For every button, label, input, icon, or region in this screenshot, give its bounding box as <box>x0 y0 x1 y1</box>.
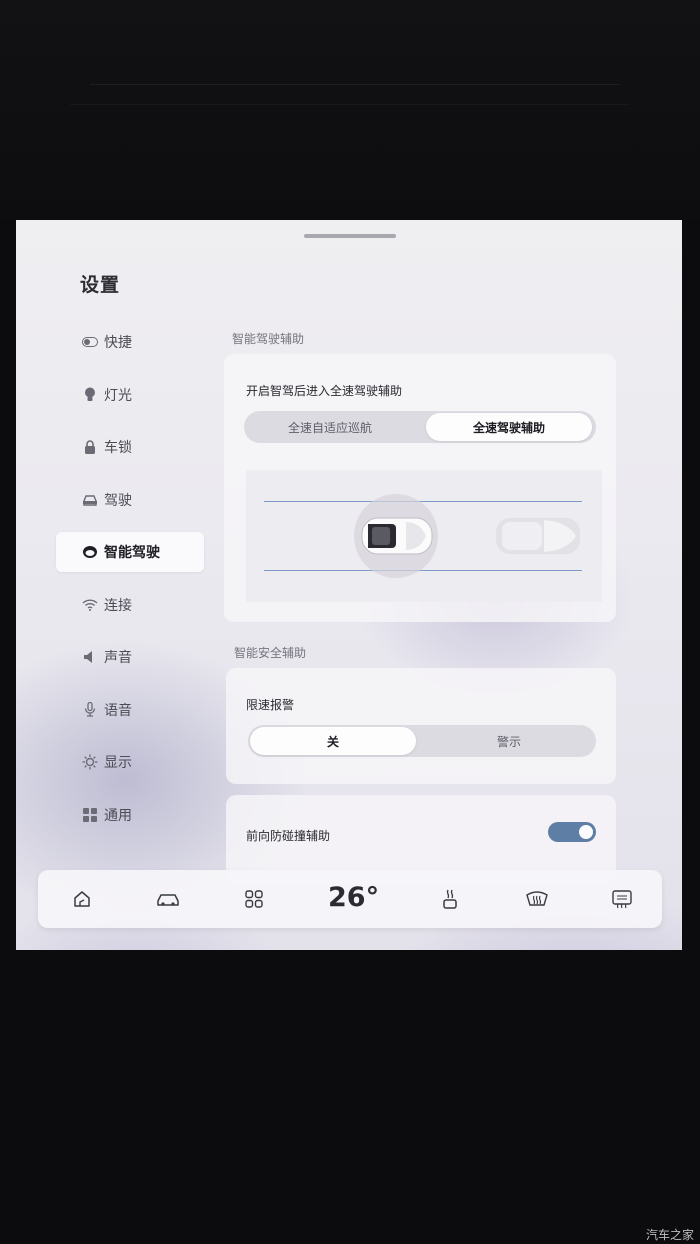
page-title: 设置 <box>80 274 121 296</box>
sidebar-item-shortcuts[interactable]: 快捷 <box>56 322 204 362</box>
sidebar-item-display[interactable]: 显示 <box>56 742 204 782</box>
option-full-speed-assist[interactable]: 全速驾驶辅助 <box>426 413 592 441</box>
toggle-knob <box>579 825 593 839</box>
option-acc[interactable]: 全速自适应巡航 <box>246 413 414 441</box>
watermark: 汽车之家 <box>645 1228 694 1242</box>
home-icon[interactable] <box>70 887 94 911</box>
sidebar-item-driving[interactable]: 驾驶 <box>56 480 204 520</box>
microphone-icon <box>82 702 98 718</box>
grid-icon <box>82 807 98 823</box>
apps-icon[interactable] <box>242 887 266 911</box>
option-warning[interactable]: 警示 <box>424 727 594 755</box>
sidebar-item-label: 车锁 <box>104 440 132 456</box>
car-icon[interactable] <box>156 887 180 911</box>
toggle-icon <box>82 334 98 350</box>
car-icon <box>82 492 98 508</box>
temperature-display[interactable]: 26° <box>328 882 379 913</box>
bezel-edge <box>70 104 630 105</box>
driving-visualization <box>246 470 602 602</box>
speaker-icon <box>82 649 98 665</box>
forward-collision-toggle[interactable] <box>548 822 596 842</box>
option-off[interactable]: 关 <box>250 727 416 755</box>
wifi-icon <box>82 597 98 613</box>
speed-limit-card: 限速报警 关 警示 <box>226 668 616 784</box>
sidebar-item-lights[interactable]: 灯光 <box>56 375 204 415</box>
lock-icon <box>82 439 98 455</box>
front-defrost-icon[interactable] <box>525 887 549 911</box>
sidebar-item-label: 快捷 <box>104 335 132 351</box>
sidebar-item-label: 声音 <box>104 650 132 666</box>
section-label-safety: 智能安全辅助 <box>234 646 307 660</box>
bezel-edge <box>90 84 620 85</box>
drag-handle[interactable] <box>304 234 396 238</box>
sidebar-item-smart-driving[interactable]: 智能驾驶 <box>56 532 204 572</box>
smart-driving-card: 开启智驾后进入全速驾驶辅助 全速自适应巡航 全速驾驶辅助 <box>224 354 616 622</box>
sidebar-item-label: 灯光 <box>104 387 132 404</box>
bulb-icon <box>82 387 98 403</box>
driving-mode-selector: 全速自适应巡航 全速驾驶辅助 <box>244 411 596 443</box>
vehicle-illustration <box>354 494 580 578</box>
sidebar-item-sound[interactable]: 声音 <box>56 637 204 677</box>
seat-heat-icon[interactable] <box>438 887 462 911</box>
sidebar-item-connection[interactable]: 连接 <box>56 585 204 625</box>
sidebar-item-label: 驾驶 <box>104 492 132 509</box>
device-bezel <box>0 0 700 220</box>
sidebar-item-locks[interactable]: 车锁 <box>56 427 204 467</box>
sidebar-item-label: 显示 <box>104 755 132 771</box>
card-title: 限速报警 <box>246 698 295 712</box>
card-title: 前向防碰撞辅助 <box>246 829 331 843</box>
steering-icon <box>82 544 98 560</box>
speed-limit-selector: 关 警示 <box>248 725 596 757</box>
section-label-smart-driving: 智能驾驶辅助 <box>232 332 305 346</box>
sidebar-item-voice[interactable]: 语音 <box>56 690 204 730</box>
bottom-dock: 26° <box>38 870 662 928</box>
sidebar-item-label: 通用 <box>104 807 132 824</box>
card-title: 开启智驾后进入全速驾驶辅助 <box>246 384 403 398</box>
sidebar-nav: 快捷 灯光 车锁 驾驶 智能驾驶 连接 声音 语音 显示 通用 <box>56 322 204 847</box>
brightness-icon <box>82 754 98 770</box>
sidebar-item-general[interactable]: 通用 <box>56 795 204 835</box>
settings-screen: 设置 快捷 灯光 车锁 驾驶 智能驾驶 连接 声音 语音 显示 通用 智能驾驶辅… <box>16 220 682 950</box>
sidebar-item-label: 连接 <box>104 597 132 614</box>
sidebar-item-label: 语音 <box>104 702 132 719</box>
sidebar-item-label: 智能驾驶 <box>104 545 160 561</box>
rear-defrost-icon[interactable] <box>610 887 634 911</box>
